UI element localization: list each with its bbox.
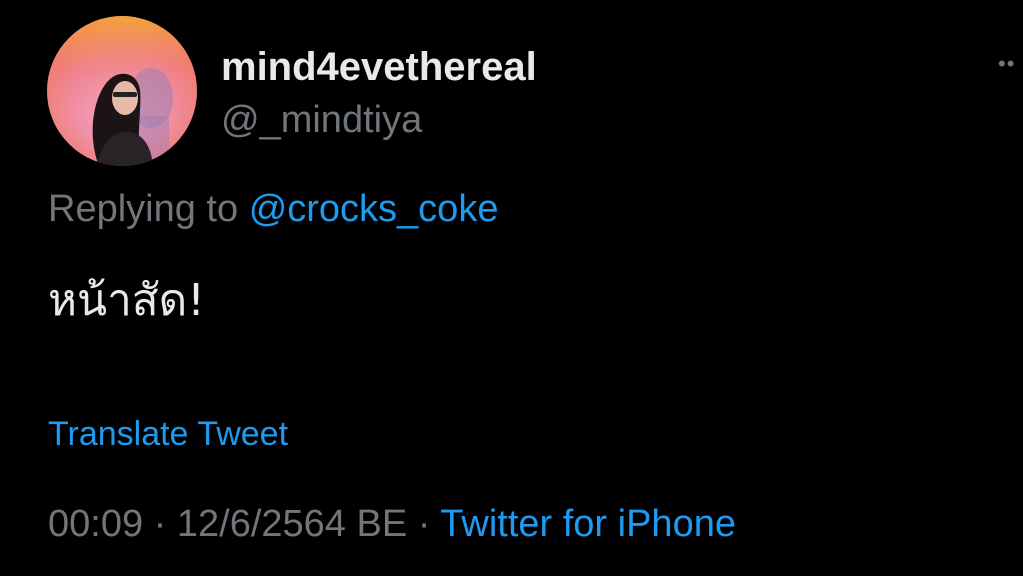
separator: · bbox=[153, 503, 167, 545]
more-options-icon[interactable]: •• bbox=[998, 53, 1023, 75]
display-name[interactable]: mind4evethereal bbox=[221, 44, 537, 90]
translate-tweet-link[interactable]: Translate Tweet bbox=[48, 414, 288, 454]
tweet-detail: mind4evethereal @_mindtiya •• Replying t… bbox=[0, 0, 1023, 576]
replying-to: Replying to @crocks_coke bbox=[48, 186, 498, 232]
tweet-source-link[interactable]: Twitter for iPhone bbox=[440, 503, 736, 545]
tweet-metadata: 00:09 · 12/6/2564 BE · Twitter for iPhon… bbox=[48, 501, 736, 547]
avatar[interactable] bbox=[47, 16, 197, 166]
reply-to-link[interactable]: @crocks_coke bbox=[249, 188, 499, 230]
separator: · bbox=[417, 503, 431, 545]
replying-to-label: Replying to bbox=[48, 188, 239, 230]
tweet-time[interactable]: 00:09 bbox=[48, 503, 143, 545]
user-handle[interactable]: @_mindtiya bbox=[221, 98, 422, 142]
tweet-date[interactable]: 12/6/2564 BE bbox=[177, 503, 407, 545]
tweet-text: หน้าสัด! bbox=[48, 275, 205, 326]
avatar-image bbox=[47, 16, 197, 166]
